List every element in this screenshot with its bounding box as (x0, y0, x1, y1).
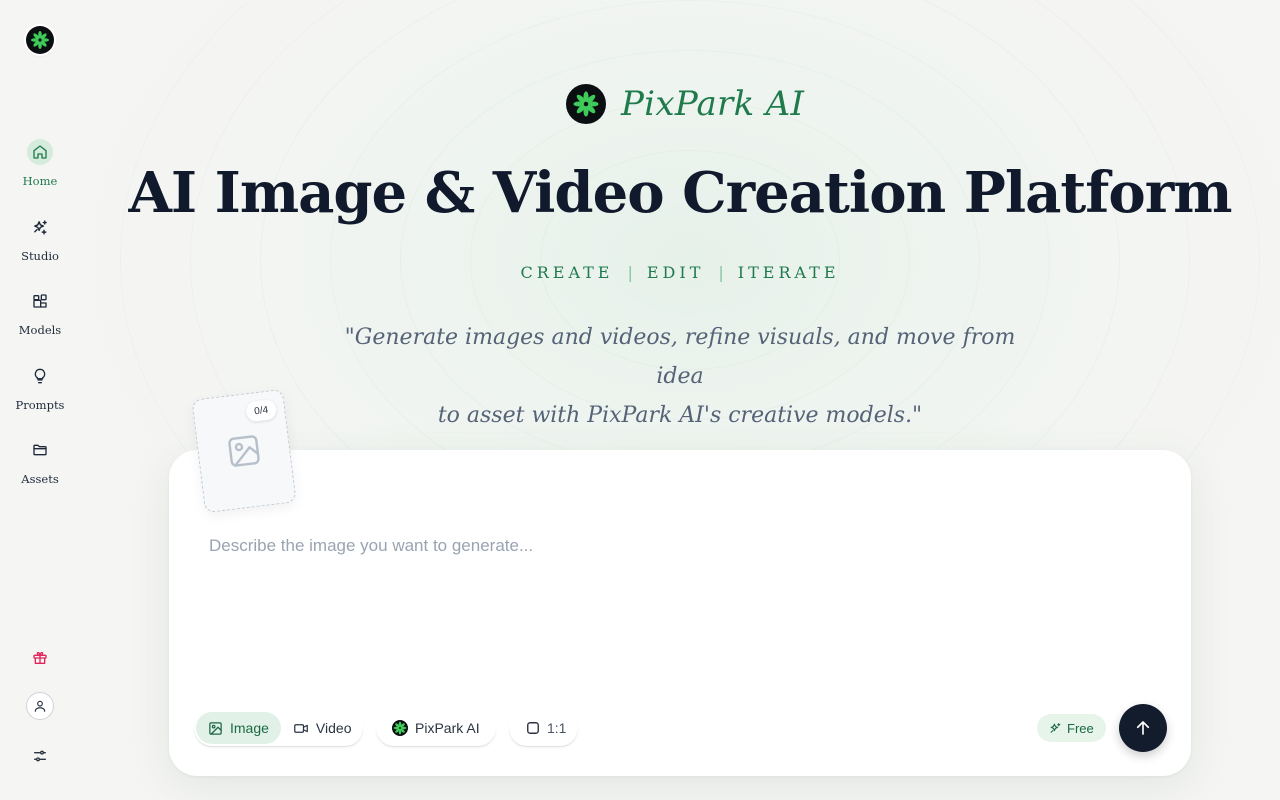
lightbulb-icon (27, 363, 53, 389)
gift-icon[interactable] (26, 644, 54, 672)
tagline-word: CREATE (520, 263, 614, 282)
sidebar-item-label: Prompts (15, 398, 65, 412)
tagline-word: EDIT (646, 263, 705, 282)
model-selector[interactable]: PixPark AI (376, 710, 496, 746)
aspect-ratio-label: 1:1 (547, 720, 567, 736)
tagline-separator: | (718, 263, 724, 282)
sidebar-item-label: Models (18, 323, 62, 337)
sidebar-item-prompts[interactable]: Prompts (0, 363, 80, 412)
tab-image-label: Image (230, 720, 269, 736)
image-icon (209, 721, 222, 735)
app-logo[interactable] (26, 26, 54, 54)
plan-badge: Free (1037, 714, 1106, 742)
image-placeholder-icon (228, 435, 260, 467)
model-label: PixPark AI (415, 720, 480, 736)
arrow-up-icon (1136, 721, 1150, 735)
sidebar: Home Studio Models Prompts Assets (0, 0, 80, 800)
user-icon (34, 700, 46, 712)
prompt-input[interactable] (209, 536, 1109, 676)
plan-badge-label: Free (1067, 720, 1094, 736)
tab-video[interactable]: Video (281, 712, 364, 744)
flower-logo-icon (31, 31, 49, 49)
aspect-ratio-content: 1:1 (511, 712, 578, 744)
folder-icon (27, 437, 53, 463)
tab-image[interactable]: Image (196, 712, 281, 744)
tagline: CREATE | EDIT | ITERATE (0, 263, 1280, 282)
mode-toggle: Image Video (194, 710, 363, 746)
tab-video-label: Video (315, 720, 352, 736)
model-selector-content: PixPark AI (378, 712, 492, 744)
tagline-separator: | (627, 263, 633, 282)
settings-sliders-icon[interactable] (26, 742, 54, 770)
flower-logo-icon (566, 84, 606, 124)
video-icon (294, 723, 308, 733)
hero-quote-line: to asset with PixPark AI's creative mode… (437, 403, 923, 428)
hero-quote: "Generate images and videos, refine visu… (330, 318, 1030, 435)
sidebar-item-assets[interactable]: Assets (0, 437, 80, 486)
aspect-ratio-selector[interactable]: 1:1 (509, 710, 578, 746)
sidebar-item-models[interactable]: Models (0, 288, 80, 337)
image-upload-slot[interactable]: 0/4 (191, 388, 297, 514)
tagline-word: ITERATE (737, 263, 840, 282)
sidebar-item-label: Studio (21, 249, 59, 263)
upload-count-badge: 0/4 (245, 398, 278, 423)
brand-name: PixPark AI (621, 84, 805, 124)
brand-header: PixPark AI (566, 84, 804, 124)
sidebar-item-label: Assets (21, 472, 59, 486)
flower-logo-icon (392, 720, 408, 736)
generate-button[interactable] (1119, 704, 1167, 752)
hero-quote-line: "Generate images and videos, refine visu… (344, 325, 1016, 389)
profile-button[interactable] (26, 692, 54, 720)
square-icon (527, 722, 539, 734)
page-title: AI Image & Video Creation Platform (128, 160, 1232, 226)
blocks-icon (27, 288, 53, 314)
sparkles-icon (1050, 722, 1061, 733)
